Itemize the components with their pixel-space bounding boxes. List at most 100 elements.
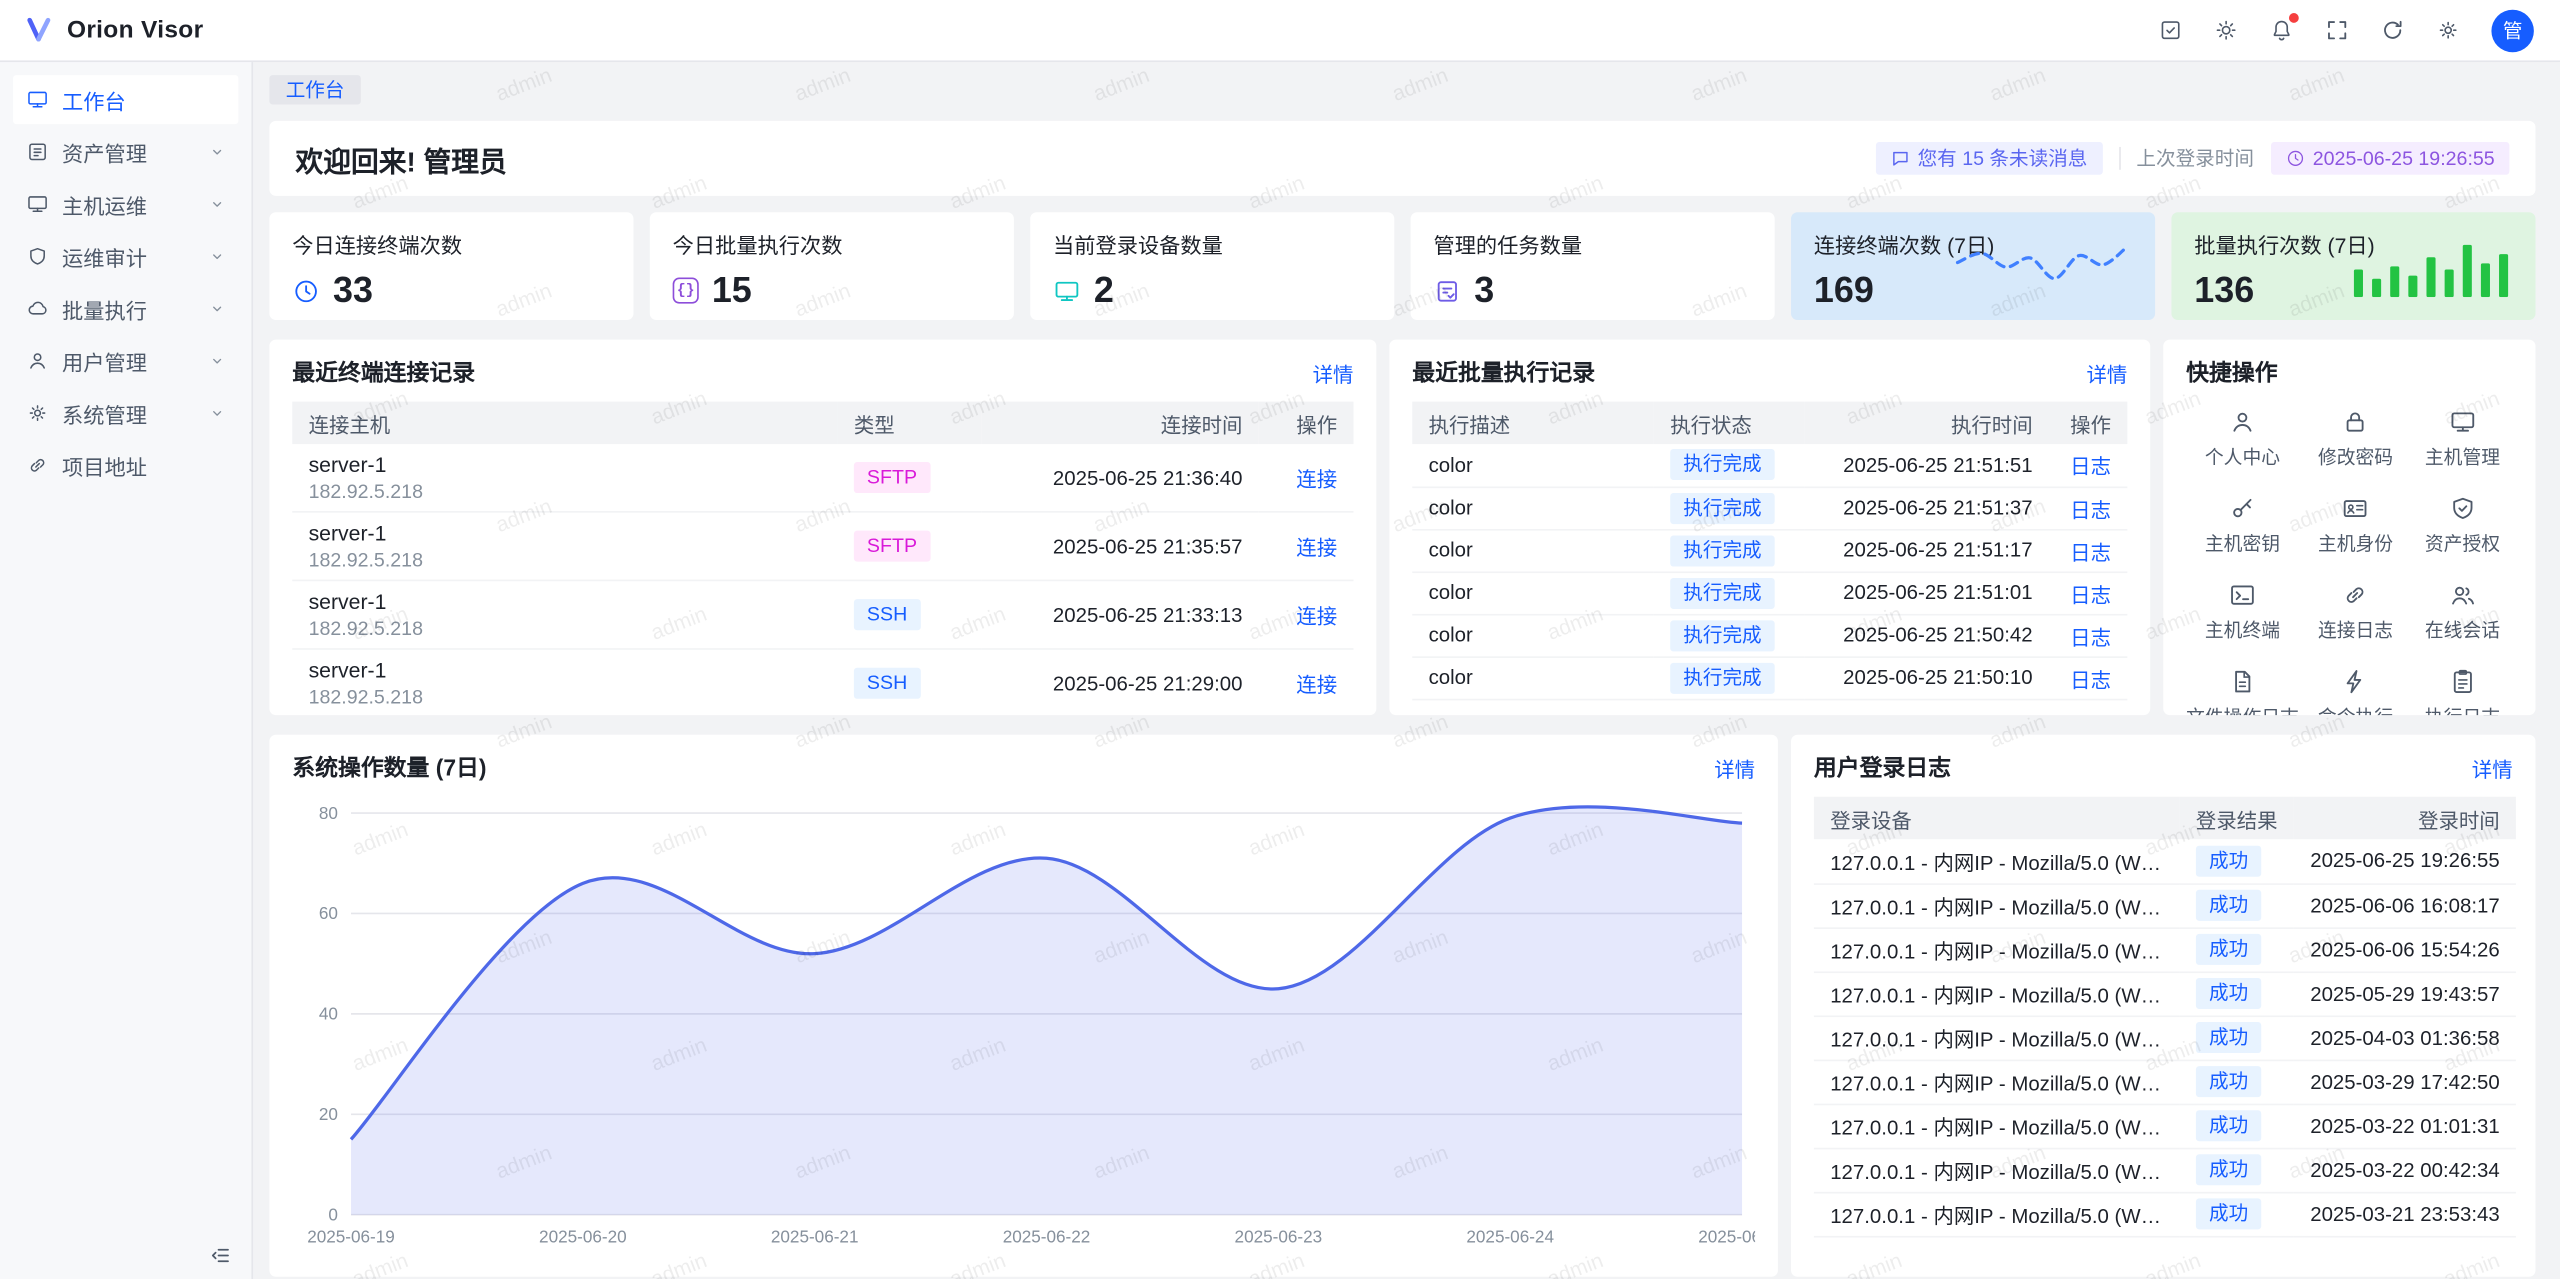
recent-executions-more-link[interactable]: 详情 (2087, 357, 2128, 388)
connect-link[interactable]: 连接 (1296, 674, 1337, 697)
connection-row: server-1 182.92.5.218 SSH 2025-06-25 21:… (292, 649, 1353, 715)
stat-card-terminal-today: 今日连接终端次数 33 (269, 212, 633, 320)
sidebar-item-batch-execution[interactable]: 批量执行 (13, 284, 238, 333)
system-ops-more-link[interactable]: 详情 (1714, 752, 1755, 783)
log-link[interactable]: 日志 (2070, 541, 2111, 564)
recent-connections-card: 最近终端连接记录 详情 连接主机 类型 连接时间 操作 (269, 340, 1376, 716)
link-icon (26, 454, 49, 477)
quick-action-host-keys[interactable]: 主机密钥 (2186, 495, 2299, 557)
connect-link[interactable]: 连接 (1296, 606, 1337, 629)
execution-status-tag: 执行完成 (1670, 492, 1775, 523)
execution-status-tag: 执行完成 (1670, 662, 1775, 693)
login-logs-more-link[interactable]: 详情 (2472, 752, 2513, 783)
chevron-down-icon (209, 300, 225, 316)
login-log-row: 127.0.0.1 - 内网IP - Mozilla/5.0 (Windows … (1814, 1104, 2516, 1148)
sidebar-item-user-management[interactable]: 用户管理 (13, 336, 238, 385)
notification-bell-icon[interactable] (2269, 18, 2293, 42)
login-log-row: 127.0.0.1 - 内网IP - Mozilla/5.0 (Windows … (1814, 1016, 2516, 1060)
recent-connections-more-link[interactable]: 详情 (1313, 357, 1354, 388)
sidebar-item-label: 批量执行 (62, 293, 147, 324)
quick-action-host-management[interactable]: 主机管理 (2412, 408, 2512, 470)
login-time: 2025-04-03 01:36:58 (2294, 1016, 2516, 1060)
chevron-down-icon (209, 248, 225, 264)
sidebar-item-workbench[interactable]: 工作台 (13, 75, 238, 124)
login-result-tag: 成功 (2196, 1154, 2261, 1185)
connection-time: 2025-06-25 21:29:00 (981, 649, 1259, 715)
stat-value: 3 (1474, 273, 1494, 309)
protocol-tag: SSH (854, 668, 920, 699)
sidebar-item-system-management[interactable]: 系统管理 (13, 389, 238, 438)
quick-action-change-password[interactable]: 修改密码 (2305, 408, 2405, 470)
sidebar-item-host-ops[interactable]: 主机运维 (13, 180, 238, 229)
unread-messages-badge[interactable]: 您有 15 条未读消息 (1875, 142, 2102, 175)
card-title: 最近批量执行记录 (1412, 356, 1595, 389)
quick-action-connection-logs[interactable]: 连接日志 (2305, 581, 2405, 643)
execution-row: color 执行完成 2025-06-25 21:51:37 日志 (1412, 487, 2127, 529)
lock-icon (2342, 408, 2370, 436)
sidebar-item-asset-management[interactable]: 资产管理 (13, 127, 238, 176)
quick-action-host-identity[interactable]: 主机身份 (2305, 495, 2405, 557)
collapse-sidebar-icon[interactable] (209, 1244, 232, 1267)
recent-executions-card: 最近批量执行记录 详情 执行描述 执行状态 执行时间 操作 (1389, 340, 2150, 716)
log-link[interactable]: 日志 (2070, 669, 2111, 692)
sidebar-item-label: 资产管理 (62, 136, 147, 167)
execution-status-tag: 执行完成 (1670, 449, 1775, 480)
breadcrumb-workbench[interactable]: 工作台 (269, 75, 360, 104)
quick-action-execution-logs[interactable]: 执行日志 (2412, 668, 2512, 715)
svg-text:2025-06-23: 2025-06-23 (1235, 1226, 1323, 1246)
connect-link[interactable]: 连接 (1296, 537, 1337, 560)
execution-row: color 执行完成 2025-06-25 21:50:10 日志 (1412, 656, 2127, 698)
notification-dot (2289, 13, 2299, 23)
refresh-icon[interactable] (2380, 18, 2404, 42)
log-link[interactable]: 日志 (2070, 456, 2111, 479)
execution-description: color (1412, 529, 1654, 571)
settings-gear-icon[interactable] (2436, 18, 2460, 42)
login-log-row: 127.0.0.1 - 内网IP - Mozilla/5.0 (Windows … (1814, 1192, 2516, 1236)
quick-action-online-sessions[interactable]: 在线会话 (2412, 581, 2512, 643)
svg-text:20: 20 (319, 1104, 338, 1124)
desktop-icon (26, 193, 49, 216)
quick-action-file-operation-logs[interactable]: 文件操作日志 (2186, 668, 2299, 715)
login-result-tag: 成功 (2196, 1198, 2261, 1229)
quick-action-command-execution[interactable]: 命令执行 (2305, 668, 2405, 715)
list-icon (26, 140, 49, 163)
execution-time: 2025-06-25 21:51:51 (1804, 444, 2049, 486)
column-header: 登录设备 (1814, 797, 2180, 839)
sun-theme-icon[interactable] (2214, 18, 2238, 42)
system-ops-chart-card: 系统操作数量 (7日) 详情 0204060802025-06-192025-0… (269, 735, 1778, 1277)
log-link[interactable]: 日志 (2070, 584, 2111, 607)
login-device: 127.0.0.1 - 内网IP - Mozilla/5.0 (Windows … (1814, 839, 2180, 883)
svg-text:2025-06-24: 2025-06-24 (1466, 1226, 1554, 1246)
connection-row: server-1 182.92.5.218 SFTP 2025-06-25 21… (292, 444, 1353, 512)
connect-link[interactable]: 连接 (1296, 469, 1337, 492)
login-result-tag: 成功 (2196, 890, 2261, 921)
task-list-icon (1433, 277, 1461, 305)
column-header: 登录结果 (2180, 797, 2294, 839)
execution-time: 2025-06-25 21:50:42 (1804, 614, 2049, 656)
quick-action-asset-authorization[interactable]: 资产授权 (2412, 495, 2512, 557)
chevron-down-icon (209, 196, 225, 212)
quick-action-profile[interactable]: 个人中心 (2186, 408, 2299, 470)
check-square-icon[interactable] (2158, 18, 2182, 42)
sidebar-item-ops-audit[interactable]: 运维审计 (13, 232, 238, 281)
login-device: 127.0.0.1 - 内网IP - Mozilla/5.0 (Windows … (1814, 1104, 2180, 1148)
connection-time: 2025-06-25 21:33:13 (981, 580, 1259, 649)
stat-card-batch-7d: 批量执行次数 (7日) 136 (2171, 212, 2535, 320)
fullscreen-icon[interactable] (2325, 18, 2349, 42)
sidebar-item-project-url[interactable]: 项目地址 (13, 441, 238, 490)
sidebar: 工作台 资产管理 主机运维 运维审计 批量执行 (0, 62, 253, 1279)
execution-time: 2025-06-25 21:51:37 (1804, 487, 2049, 529)
sidebar-item-label: 系统管理 (62, 398, 147, 429)
login-result-tag: 成功 (2196, 1110, 2261, 1141)
app-title: Orion Visor (67, 16, 204, 44)
quick-action-host-terminal[interactable]: 主机终端 (2186, 581, 2299, 643)
log-link[interactable]: 日志 (2070, 499, 2111, 522)
last-login-label: 上次登录时间 (2136, 144, 2254, 172)
card-title: 系统操作数量 (7日) (292, 751, 486, 784)
log-link[interactable]: 日志 (2070, 626, 2111, 649)
svg-text:40: 40 (319, 1004, 338, 1024)
user-avatar[interactable]: 管 (2491, 9, 2533, 51)
column-header: 执行状态 (1654, 402, 1804, 444)
app-root: Orion Visor 管 工作台 资产管理 主机 (0, 0, 2560, 1279)
shield-check-icon (2449, 495, 2477, 523)
